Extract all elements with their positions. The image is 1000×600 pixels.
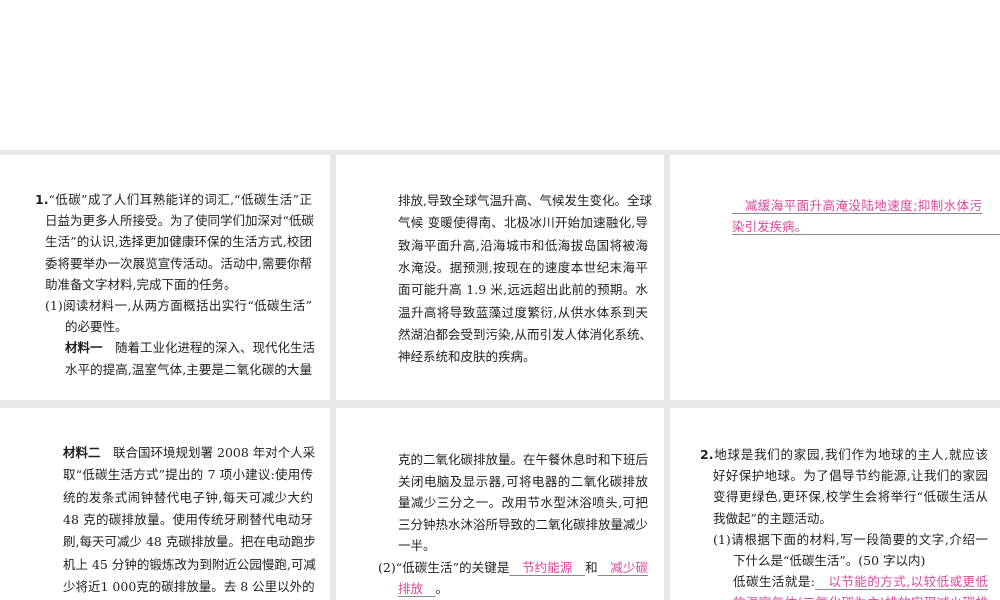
answer-text — [801, 219, 1000, 234]
text-line: 克的二氧化碳排放量。在午餐休息时和下班后 — [398, 451, 648, 469]
text-segment: “低碳”成了人们耳熟能详的词汇,“低碳生活”正 — [48, 192, 312, 207]
text-line: 然湖泊都会受到污染,从而引发人体消化系统、 — [398, 326, 652, 344]
answer-text: 节约能源 — [509, 559, 586, 575]
slide-panel-answer-1[interactable]: 减缓海平面升高淹没陆地速度;抑制水体污 染引发疾病。 — [670, 155, 1000, 400]
text-segment: 地球是我们的家园,我们作为地球的主人,就应该 — [713, 447, 988, 462]
text-segment: 日益为更多人所接受。为了使同学们加深对“低碳 — [45, 213, 314, 229]
text-line: 排放 。 — [398, 580, 458, 598]
question-number: 1. — [35, 192, 49, 207]
text-segment: 变得更绿色,更环保,校学生会将举行“低碳生活从 — [713, 489, 988, 505]
text-line: 水平的提高,温室气体,主要是二氧化碳的大量 — [65, 361, 312, 379]
text-line: 水淹没。据预测,按现在的速度本世纪末海平 — [398, 259, 648, 277]
text-line: 变得更绿色,更环保,校学生会将举行“低碳生活从 — [713, 488, 988, 506]
text-line: 统的发条式闹钟替代电子钟,每天可减少大约 — [63, 489, 313, 507]
text-segment: (1)阅读材料一,从两方面概括出实行“低碳生活” — [45, 298, 312, 313]
text-segment: 面可能升高 1.9 米,远远超出此前的预期。水 — [398, 282, 648, 298]
text-line: 助准备文字材料,完成下面的任务。 — [45, 276, 236, 294]
text-line: 生活”的认识,选择更加健康环保的生活方式,校团 — [45, 233, 312, 251]
slide-panel-material-one-cont[interactable]: 排放,导致全球气温升高、气候发生变化。全球 气候 变暖使得南、北极冰川开始加速融化… — [336, 155, 664, 400]
text-line: 材料二 联合国环境规划署 2008 年对个人采 — [63, 444, 316, 462]
answer-text: 以节能的方式,以较低或更低 — [815, 574, 988, 590]
slide-panel-question-2[interactable]: 2.地球是我们的家园,我们作为地球的主人,就应该 好好保护地球。为了倡导节约能源,… — [670, 408, 1000, 600]
text-segment: 材料一 — [65, 340, 103, 356]
text-line: 我做起”的主题活动。 — [713, 510, 853, 528]
slide-panel-material-two-cont[interactable]: 克的二氧化碳排放量。在午餐休息时和下班后 关闭电脑及显示器,可将电器的二氧化碳排放… — [336, 408, 664, 600]
text-line: 日益为更多人所接受。为了使同学们加深对“低碳 — [45, 212, 314, 230]
text-segment: 的必要性。 — [65, 319, 128, 335]
text-line: 好好保护地球。为了倡导节约能源,让我们的家园 — [713, 467, 988, 485]
text-segment: 然湖泊都会受到污染,从而引发人体消化系统、 — [398, 326, 652, 342]
text-segment: 下什么是“低碳生活”。(50 字以内) — [733, 553, 926, 568]
text-segment: 量减少三分之一。改用节水型沐浴喷头,可把 — [398, 495, 648, 510]
text-line: 材料一 随着工业化进程的深入、现代化生活 — [65, 339, 315, 357]
text-segment: 机上 45 分钟的锻炼改为到附近公园慢跑,可减 — [63, 556, 316, 572]
text-segment: 和 — [585, 559, 598, 575]
text-line: 48 克的碳排放量。使用传统牙刷替代电动牙 — [63, 511, 313, 529]
text-line: (1)请根据下面的材料,写一段简要的文字,介绍一 — [713, 531, 988, 549]
answer-text: 染引发疾病。 — [732, 219, 801, 234]
text-line: 低碳生活就是: 以节能的方式,以较低或更低 — [733, 573, 988, 591]
slide-panel-material-two[interactable]: 材料二 联合国环境规划署 2008 年对个人采 取“低碳生活方式”提出的 7 项小… — [0, 408, 330, 600]
text-line: 1.“低碳”成了人们耳熟能详的词汇,“低碳生活”正 — [35, 191, 312, 209]
text-segment: 联合国环境规划署 2008 年对个人采 — [100, 445, 316, 460]
text-segment: 好好保护地球。为了倡导节约能源,让我们的家园 — [713, 468, 988, 484]
text-segment: (1)请根据下面的材料,写一段简要的文字,介绍一 — [713, 531, 988, 547]
text-line: (2)“低碳生活”的关键是 节约能源 和 减少碳 — [378, 559, 648, 577]
text-line: (1)阅读材料一,从两方面概括出实行“低碳生活” — [45, 297, 312, 315]
text-line: 机上 45 分钟的锻炼改为到附近公园慢跑,可减 — [63, 556, 316, 574]
text-line: 刷,每天可减少 48 克碳排放量。把在电动跑步 — [63, 533, 316, 551]
text-line: 面可能升高 1.9 米,远远超出此前的预期。水 — [398, 281, 648, 299]
text-segment: 随着工业化进程的深入、现代化生活 — [102, 340, 316, 356]
text-segment: 。 — [435, 581, 449, 596]
text-segment: 神经系统和皮肤的疾病。 — [398, 349, 536, 365]
slide-panel-question-1-intro[interactable]: 1.“低碳”成了人们耳熟能详的词汇,“低碳生活”正 日益为更多人所接受。为了使同学… — [0, 155, 330, 400]
text-line: 染引发疾病。 — [732, 218, 982, 236]
text-line: 一半。 — [398, 537, 438, 555]
text-line: 量减少三分之一。改用节水型沐浴喷头,可把 — [398, 494, 648, 512]
text-segment: 三分钟热水沐浴所导致的二氧化碳排放量减少 — [398, 516, 649, 532]
text-segment: 气候 变暖使得南、北极冰川开始加速融化,导 — [398, 215, 648, 231]
text-segment: 低碳生活就是: — [733, 574, 816, 590]
text-line: 致海平面升高,沿海城市和低海拔岛国将被海 — [398, 237, 648, 255]
text-segment: 刷,每天可减少 48 克碳排放量。把在电动跑步 — [63, 534, 316, 550]
text-segment: 材料二 — [63, 445, 101, 460]
text-segment: 水平的提高,温室气体,主要是二氧化碳的大量 — [65, 361, 312, 377]
text-segment: 一半。 — [398, 538, 436, 553]
text-line: 委将要举办一次展览宣传活动。活动中,需要你帮 — [45, 255, 312, 273]
text-segment: 温升高将导致蓝藻过度繁衍,从供水体系到天 — [398, 304, 648, 320]
text-segment: 水淹没。据预测,按现在的速度本世纪末海平 — [398, 259, 648, 275]
text-segment: 委将要举办一次展览宣传活动。活动中,需要你帮 — [45, 255, 312, 271]
answer-text: 的温室气体(二氧化碳为主)排放实现减少碳排 — [733, 595, 988, 600]
text-segment: 我做起”的主题活动。 — [713, 510, 832, 526]
text-line: 的温室气体(二氧化碳为主)排放实现减少碳排 — [733, 594, 988, 600]
answer-text: 减少碳 — [597, 559, 648, 575]
text-line: 关闭电脑及显示器,可将电器的二氧化碳排放 — [398, 473, 648, 491]
text-segment: 统的发条式闹钟替代电子钟,每天可减少大约 — [63, 489, 313, 505]
text-segment: 取“低碳生活方式”提出的 7 项小建议:使用传 — [63, 467, 313, 483]
text-segment: 助准备文字材料,完成下面的任务。 — [45, 276, 237, 292]
text-line: 取“低碳生活方式”提出的 7 项小建议:使用传 — [63, 466, 313, 484]
text-line: 2.地球是我们的家园,我们作为地球的主人,就应该 — [700, 446, 988, 464]
text-line: 神经系统和皮肤的疾病。 — [398, 348, 536, 366]
text-segment: (2)“低碳生活”的关键是 — [378, 559, 510, 575]
text-segment: 48 克的碳排放量。使用传统牙刷替代电动牙 — [63, 511, 313, 527]
text-segment: 克的二氧化碳排放量。在午餐休息时和下班后 — [398, 452, 649, 467]
text-line: 三分钟热水沐浴所导致的二氧化碳排放量减少 — [398, 516, 648, 534]
text-line: 减缓海平面升高淹没陆地速度;抑制水体污 — [732, 197, 982, 215]
answer-text: 排放 — [398, 581, 436, 596]
answer-text: 减缓海平面升高淹没陆地速度;抑制水体污 — [732, 198, 982, 213]
text-segment: 少将近1 000克的碳排放量。去 8 公里以外的 — [63, 578, 315, 594]
text-line: 的必要性。 — [65, 318, 145, 336]
text-segment: 关闭电脑及显示器,可将电器的二氧化碳排放 — [398, 473, 648, 489]
text-line: 排放,导致全球气温升高、气候发生变化。全球 — [398, 192, 652, 210]
text-segment: 致海平面升高,沿海城市和低海拔岛国将被海 — [398, 237, 648, 253]
text-line: 温升高将导致蓝藻过度繁衍,从供水体系到天 — [398, 304, 648, 322]
text-segment: 生活”的认识,选择更加健康环保的生活方式,校团 — [45, 234, 312, 250]
text-line: 气候 变暖使得南、北极冰川开始加速融化,导 — [398, 214, 648, 232]
text-segment: 排放,导致全球气温升高、气候发生变化。全球 — [398, 193, 652, 208]
question-number: 2. — [700, 447, 714, 462]
text-line: 少将近1 000克的碳排放量。去 8 公里以外的 — [63, 578, 315, 596]
text-line: 下什么是“低碳生活”。(50 字以内) — [733, 552, 933, 570]
